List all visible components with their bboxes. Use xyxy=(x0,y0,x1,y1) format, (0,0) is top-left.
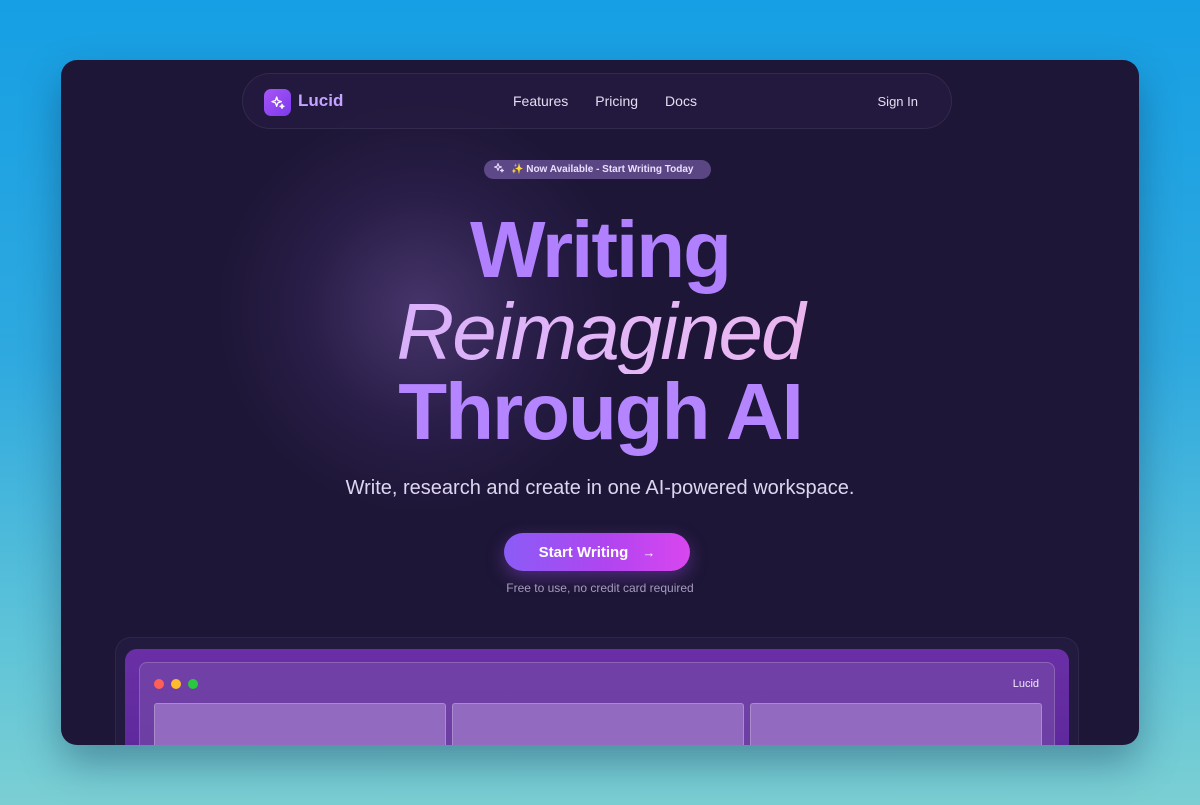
preview-pane-right xyxy=(750,703,1042,745)
nav-links: Features Pricing Docs xyxy=(513,93,697,109)
maximize-dot-icon xyxy=(188,679,198,689)
close-dot-icon xyxy=(154,679,164,689)
hero-title-line-3: Through AI xyxy=(398,367,804,456)
nav-link-docs[interactable]: Docs xyxy=(665,93,697,109)
top-navbar: Lucid Features Pricing Docs Sign In xyxy=(242,73,952,129)
cta-note: Free to use, no credit card required xyxy=(506,581,694,595)
start-writing-label: Start Writing xyxy=(538,543,629,561)
arrow-right-icon: → xyxy=(642,544,656,560)
hero-title-line-1: Writing xyxy=(469,205,732,294)
start-writing-button[interactable]: Start Writing → xyxy=(504,533,690,571)
hero-subtitle: Write, research and create in one AI-pow… xyxy=(345,477,855,499)
announcement-badge[interactable]: ✨ Now Available - Start Writing Today xyxy=(484,160,711,179)
browser-window: Lucid Features Pricing Docs Sign In ✨ No… xyxy=(61,60,1139,745)
preview-pane-left xyxy=(154,703,446,745)
sparkles-icon xyxy=(493,161,505,179)
app-preview-window: Lucid xyxy=(139,662,1055,745)
nav-link-pricing[interactable]: Pricing xyxy=(595,93,638,109)
sign-in-link[interactable]: Sign In xyxy=(878,94,918,109)
minimize-dot-icon xyxy=(171,679,181,689)
badge-text: ✨ Now Available - Start Writing Today xyxy=(511,164,694,175)
app-preview-title: Lucid xyxy=(1012,678,1039,690)
hero-title-line-2: Reimagined xyxy=(61,290,1139,374)
nav-link-features[interactable]: Features xyxy=(513,93,568,109)
preview-pane-center xyxy=(452,703,744,745)
brand-name[interactable]: Lucid xyxy=(298,91,343,111)
sparkles-icon[interactable] xyxy=(264,89,291,116)
